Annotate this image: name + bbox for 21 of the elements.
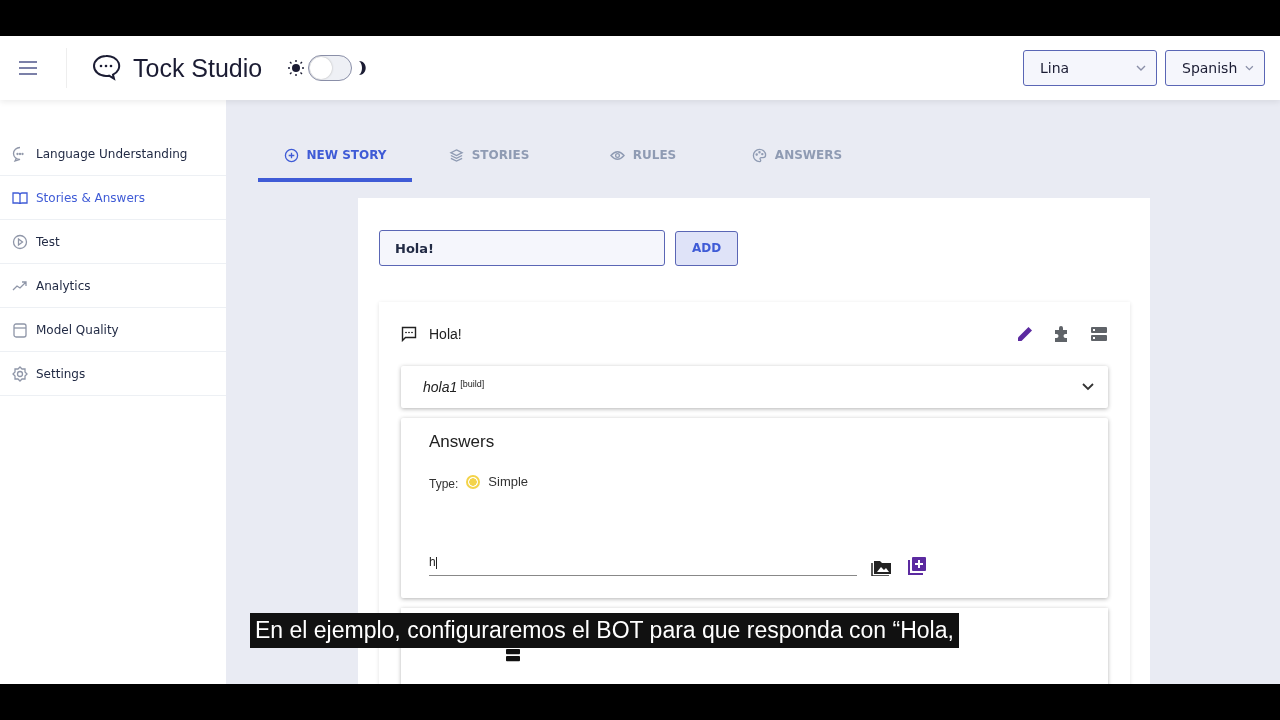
story-input[interactable]: Hola! bbox=[379, 230, 665, 266]
sidebar-item[interactable]: Analytics bbox=[0, 264, 226, 308]
sidebar-item[interactable]: Model Quality bbox=[0, 308, 226, 352]
select-field[interactable]: Spanish bbox=[1165, 50, 1265, 86]
tab[interactable]: NEW STORY bbox=[258, 132, 412, 182]
select-field[interactable]: Lina bbox=[1023, 50, 1157, 86]
type-label: Type: bbox=[429, 477, 459, 491]
subtitle: En el ejemplo, configuraremos el BOT para que responda con “Hola, bbox=[250, 613, 959, 648]
answers-heading: Answers bbox=[429, 432, 495, 451]
sidebar-item[interactable]: Settings bbox=[0, 352, 226, 396]
intent-name: hola1 bbox=[423, 379, 458, 395]
sidebar-item[interactable]: Test bbox=[0, 220, 226, 264]
add-button[interactable]: ADD bbox=[675, 230, 739, 266]
intent-tag: [build] bbox=[460, 379, 485, 389]
sidebar-item[interactable]: Stories & Answers bbox=[0, 176, 226, 220]
answer-field[interactable]: h bbox=[429, 555, 857, 576]
intent-panel[interactable]: hola1 [build] bbox=[401, 366, 1108, 408]
sidebar-item[interactable]: Language Understanding bbox=[0, 132, 226, 176]
radio-label[interactable]: Simple bbox=[488, 474, 529, 489]
app-title: Tock Studio bbox=[133, 53, 263, 83]
story-title: Hola! bbox=[429, 326, 462, 342]
